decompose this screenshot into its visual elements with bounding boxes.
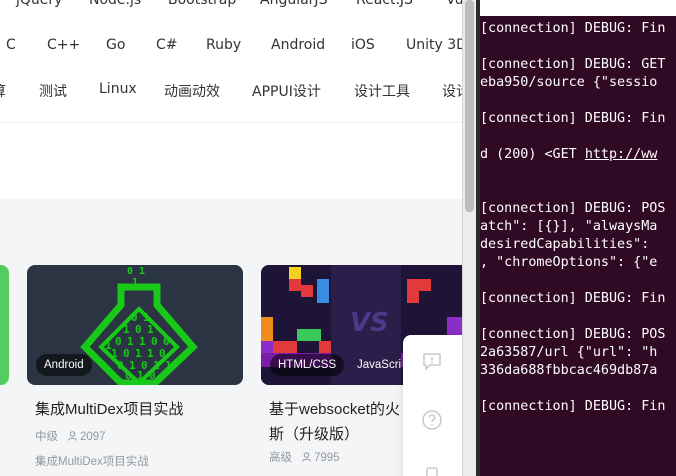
terminal-line: [connection] DEBUG: Fin <box>480 399 666 414</box>
learner-count: 2097 <box>80 431 106 443</box>
terminal-line: [connection] DEBUG: Fin <box>480 111 666 126</box>
terminal-line: , "chromeOptions": {"e <box>480 255 658 270</box>
nav-link-angularjs[interactable]: AngularJS <box>260 0 327 8</box>
terminal-line: [connection] DEBUG: Fin <box>480 291 666 306</box>
binary-digit: 0 <box>117 359 124 372</box>
binary-digit: 0 <box>149 369 156 382</box>
nav-link-animation[interactable]: 动画动效 <box>164 81 220 101</box>
floating-toolbar <box>403 335 462 476</box>
nav-link-design-tools[interactable]: 设计工具 <box>354 81 410 101</box>
terminal-line-with-link: d (200) <GET http://ww <box>480 146 657 164</box>
terminal-line: 336da688fbbcac469db87a <box>480 363 658 378</box>
category-tag-javascript: JavaScri <box>357 359 402 371</box>
terminal-line: [connection] DEBUG: Fin <box>480 21 666 36</box>
nav-link-ruby[interactable]: Ruby <box>206 37 241 53</box>
browser-scrollbar[interactable] <box>462 0 476 476</box>
terminal-line: atch": [{}], "alwaysMa <box>480 219 658 234</box>
course-title-websocket-line-1[interactable]: 基于websocket的火 <box>269 398 400 419</box>
nav-link-reactjs[interactable]: React.JS <box>356 0 413 8</box>
terminal-line: desiredCapabilities": <box>480 237 650 252</box>
browser-viewport: jQuery Node.js Bootstrap AngularJS React… <box>0 0 462 476</box>
feedback-chat-icon[interactable] <box>420 349 444 373</box>
nav-link-algorithm[interactable]: 算 <box>0 81 6 101</box>
help-question-icon[interactable] <box>420 408 444 432</box>
course-meta-websocket: 高级 7995 <box>269 449 340 465</box>
terminal-text: d (200) <GET <box>480 147 585 162</box>
terminal-line: [connection] DEBUG: GET <box>480 57 666 72</box>
svg-text:VS: VS <box>350 308 389 338</box>
nav-link-nodejs[interactable]: Node.js <box>89 0 141 8</box>
scrollbar-thumb[interactable] <box>465 0 474 212</box>
course-card-partial-thumbnail[interactable] <box>0 265 9 385</box>
svg-text:0: 0 <box>127 266 133 277</box>
terminal-line: 2a63587/url {"url": "h <box>480 345 658 360</box>
course-level: 高级 <box>269 452 292 464</box>
mobile-app-icon[interactable] <box>420 465 444 476</box>
nav-link-appui-design[interactable]: APPUI设计 <box>252 81 321 101</box>
course-title-websocket-line-2[interactable]: 斯（升级版） <box>269 423 359 444</box>
binary-digit: 1 <box>137 369 144 382</box>
course-title-multidex[interactable]: 集成MultiDex项目实战 <box>35 398 183 419</box>
svg-text:1: 1 <box>132 277 138 288</box>
terminal-output: [connection] DEBUG: Fin [connection] DEB… <box>480 0 676 476</box>
terminal-window[interactable]: [connection] DEBUG: Fin [connection] DEB… <box>480 0 676 476</box>
binary-digit: 0 <box>125 369 132 382</box>
svg-text:1: 1 <box>139 266 145 277</box>
nav-link-bootstrap[interactable]: Bootstrap <box>168 0 236 8</box>
terminal-line: [connection] DEBUG: POS <box>480 327 666 342</box>
terminal-line: eba950/source {"sessio <box>480 75 658 90</box>
course-level: 中级 <box>35 431 58 443</box>
nav-link-cpp[interactable]: C++ <box>47 37 80 53</box>
terminal-line: [connection] DEBUG: POS <box>480 201 666 216</box>
nav-link-vue[interactable]: Vu <box>446 0 462 8</box>
terminal-url-link[interactable]: http://ww <box>585 147 658 162</box>
nav-link-csharp[interactable]: C# <box>156 37 178 53</box>
nav-link-testing[interactable]: 测试 <box>39 81 67 101</box>
user-icon <box>68 431 77 441</box>
binary-digit: 1 <box>165 359 172 372</box>
nav-link-unity3d[interactable]: Unity 3D <box>406 37 462 53</box>
nav-link-ios[interactable]: iOS <box>351 37 375 53</box>
category-tag-htmlcss: HTML/CSS <box>270 354 345 376</box>
nav-link-c[interactable]: C <box>6 37 16 53</box>
course-subtitle-multidex: 集成MultiDex项目实战 <box>35 456 149 468</box>
binary-digit: 1 <box>105 339 112 352</box>
learner-count: 7995 <box>314 452 340 464</box>
nav-link-linux[interactable]: Linux <box>99 81 137 97</box>
course-card-android-thumbnail[interactable]: 011010110010110010110101 0 1 1 Android <box>27 265 243 385</box>
nav-divider <box>0 122 462 123</box>
nav-link-design[interactable]: 设计 <box>442 81 462 101</box>
nav-link-jquery[interactable]: jQuery <box>16 0 62 8</box>
nav-link-android[interactable]: Android <box>271 37 325 53</box>
nav-link-go[interactable]: Go <box>106 37 125 53</box>
category-tag-android: Android <box>36 354 92 376</box>
course-meta-multidex: 中级 2097 <box>35 428 106 444</box>
user-icon <box>302 452 311 462</box>
